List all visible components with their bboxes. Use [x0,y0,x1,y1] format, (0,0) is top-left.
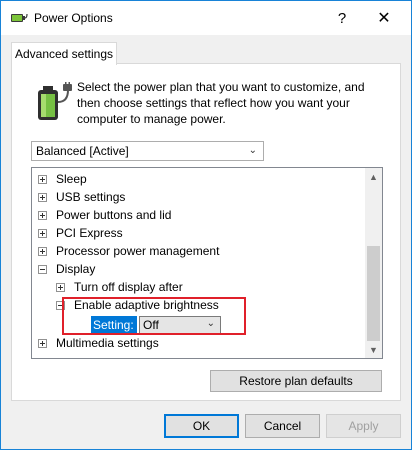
tree-item-label: PCI Express [56,226,123,240]
tree-item-label: Sleep [56,172,87,186]
expand-plus-icon[interactable] [38,229,47,238]
battery-plug-icon [38,82,72,120]
advanced-settings-panel: Select the power plan that you want to c… [11,63,401,401]
help-button[interactable]: ? [327,5,357,31]
tree-item-processor-power-management[interactable]: Processor power management [32,242,362,260]
expand-plus-icon[interactable] [38,339,47,348]
tree-item-label: Turn off display after [74,280,183,294]
cancel-button[interactable]: Cancel [245,414,320,438]
title-bar: Power Options ? ✕ [1,1,411,35]
power-plan-value: Balanced [Active] [36,144,129,158]
scroll-down-arrow-icon[interactable]: ▼ [365,341,382,358]
tree-item-pci-express[interactable]: PCI Express [32,224,362,242]
apply-button[interactable]: Apply [326,414,401,438]
collapse-minus-icon[interactable] [38,265,47,274]
expand-plus-icon[interactable] [38,247,47,256]
tree-item-label: Power buttons and lid [56,208,172,222]
tree-item-multimedia-settings[interactable]: Multimedia settings [32,334,362,352]
scroll-thumb[interactable] [367,246,380,341]
tree-item-turn-off-display-after[interactable]: Turn off display after [32,278,362,296]
ok-button[interactable]: OK [164,414,239,438]
power-plan-dropdown[interactable]: Balanced [Active] ⌄ [31,141,264,161]
tree-item-label: Processor power management [56,244,220,258]
expand-plus-icon[interactable] [38,175,47,184]
chevron-down-icon: ⌄ [248,145,257,156]
close-button[interactable]: ✕ [369,5,399,31]
tree-item-usb-settings[interactable]: USB settings [32,188,362,206]
tree-item-label: USB settings [56,190,126,204]
scroll-up-arrow-icon[interactable]: ▲ [365,168,382,185]
tree-item-display[interactable]: Display [32,260,362,278]
expand-plus-icon[interactable] [56,283,65,292]
tree-item-label: Multimedia settings [56,336,159,350]
tree-scrollbar[interactable]: ▲ ▼ [365,168,382,358]
tree-item-sleep[interactable]: Sleep [32,170,362,188]
tab-advanced-settings[interactable]: Advanced settings [11,42,117,65]
tree-item-label: Display [56,262,96,276]
power-plug-icon [11,13,28,22]
tree-item-power-buttons-and-lid[interactable]: Power buttons and lid [32,206,362,224]
restore-plan-defaults-button[interactable]: Restore plan defaults [210,370,382,392]
power-options-window: Power Options ? ✕ Advanced settings Sele… [0,0,412,450]
highlight-annotation [62,297,246,335]
intro-text: Select the power plan that you want to c… [77,80,365,126]
window-title: Power Options [34,11,113,25]
expand-plus-icon[interactable] [38,193,47,202]
expand-plus-icon[interactable] [38,211,47,220]
settings-tree[interactable]: Sleep USB settings Power buttons and lid… [31,167,383,359]
